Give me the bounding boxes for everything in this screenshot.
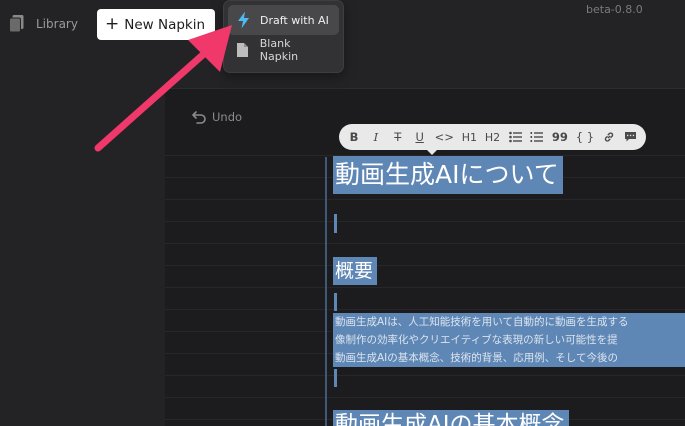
strikethrough-button[interactable]: T — [391, 130, 405, 144]
code-block-button[interactable]: { } — [576, 130, 594, 144]
italic-button[interactable]: I — [369, 130, 383, 144]
app-window: Library + New Napkin beta-0.8.0 Undo 動画生… — [0, 0, 685, 426]
code-button[interactable]: <> — [435, 130, 454, 144]
document-heading-3[interactable]: 動画生成AIの基本概念 — [333, 410, 569, 426]
quote-button[interactable]: 99 — [552, 130, 568, 144]
heading1-button[interactable]: H1 — [462, 131, 477, 144]
underline-button[interactable]: U — [413, 130, 427, 144]
bullet-list-icon — [508, 131, 522, 143]
undo-button[interactable]: Undo — [191, 110, 242, 124]
empty-line-selection — [334, 293, 337, 311]
undo-label: Undo — [212, 110, 243, 124]
document-left-border — [325, 157, 327, 426]
ordered-list-icon — [530, 132, 544, 142]
bold-button[interactable]: B — [347, 130, 361, 144]
link-icon — [604, 132, 614, 142]
library-icon — [9, 15, 24, 33]
heading2-button[interactable]: H2 — [485, 131, 500, 144]
bullet-list-button[interactable] — [508, 131, 522, 143]
library-nav[interactable]: Library — [8, 14, 78, 34]
document-heading-1[interactable]: 動画生成AIについて — [333, 156, 563, 194]
lightning-icon — [236, 11, 250, 29]
paragraph-line[interactable]: 像制作の効率化やクリエイティブな表現の新しい可能性を提 — [333, 331, 685, 349]
empty-line-selection — [334, 369, 337, 387]
new-napkin-button[interactable]: + New Napkin — [97, 9, 216, 40]
document-heading-2[interactable]: 概要 — [333, 257, 378, 285]
comment-button[interactable] — [624, 131, 638, 143]
comment-icon — [625, 132, 637, 142]
undo-icon — [192, 111, 206, 124]
plus-icon: + — [105, 14, 120, 34]
menu-item-label: Blank Napkin — [259, 37, 299, 63]
library-label: Library — [36, 17, 78, 31]
link-button[interactable] — [602, 131, 616, 143]
paragraph-line[interactable]: 動画生成AIの基本概念、技術的背景、応用例、そして今後の — [333, 349, 685, 367]
format-toolbar: B I T U <> H1 H2 99 { } — [339, 124, 646, 155]
new-napkin-label: New Napkin — [124, 16, 206, 33]
ordered-list-button[interactable] — [530, 131, 544, 143]
menu-item-draft-with-ai[interactable]: Draft with AI — [228, 5, 339, 35]
empty-line-selection — [334, 214, 337, 233]
menu-item-label: Draft with AI — [260, 13, 329, 27]
menu-item-blank-napkin[interactable]: Blank Napkin — [228, 35, 339, 65]
paragraph-line[interactable]: 動画生成AIは、人工知能技術を用いて自動的に動画を生成する — [333, 313, 685, 331]
new-napkin-dropdown: Draft with AI Blank Napkin — [223, 0, 344, 73]
version-label: beta-0.8.0 — [586, 3, 643, 16]
document-icon — [236, 41, 250, 59]
